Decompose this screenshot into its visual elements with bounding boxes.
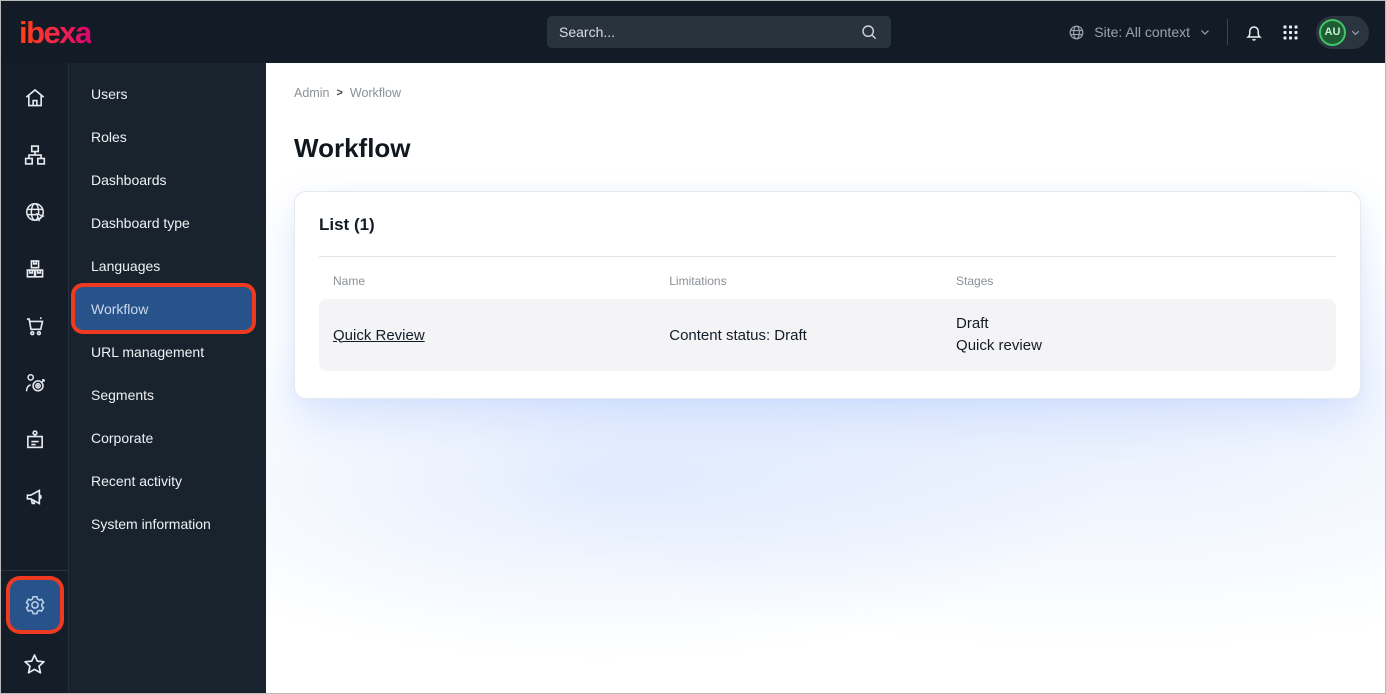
breadcrumb-separator: > <box>336 87 343 99</box>
table-header-row: Name Limitations Stages <box>319 257 1336 299</box>
badge-icon[interactable] <box>1 411 68 468</box>
sidebar-item-recent-activity[interactable]: Recent activity <box>75 459 252 502</box>
avatar: AU <box>1319 18 1346 46</box>
sidebar-item-dashboards[interactable]: Dashboards <box>75 158 252 201</box>
admin-gear-icon[interactable] <box>9 580 60 630</box>
workflow-list-card: List (1) Name Limitations Stages Quick R… <box>294 191 1361 399</box>
page-title: Workflow <box>294 133 411 163</box>
sidebar-item-dashboard-type[interactable]: Dashboard type <box>75 201 252 244</box>
ibexa-logo[interactable]: ibexa <box>19 17 92 48</box>
sidebar-item-workflow[interactable]: Workflow <box>75 287 252 330</box>
workflow-link[interactable]: Quick Review <box>333 327 425 344</box>
sidebar-item-url-management[interactable]: URL management <box>75 330 252 373</box>
main-content: Admin > Workflow Workflow List (1) Name … <box>266 63 1385 693</box>
app-window: ibexa Site: All context <box>0 0 1386 694</box>
search-input[interactable] <box>559 24 859 40</box>
boxes-icon[interactable] <box>1 240 68 297</box>
stages-cell: Draft Quick review <box>956 313 1322 357</box>
megaphone-icon[interactable] <box>1 468 68 525</box>
breadcrumb-admin[interactable]: Admin <box>294 86 329 100</box>
site-context-selector[interactable]: Site: All context <box>1067 23 1212 42</box>
stage-item: Draft <box>956 315 989 332</box>
icon-rail <box>1 63 68 693</box>
admin-sidebar: Users Roles Dashboards Dashboard type La… <box>68 63 266 693</box>
favorites-star-icon[interactable] <box>1 635 68 693</box>
user-menu[interactable]: AU <box>1316 15 1369 49</box>
globe-icon <box>1067 23 1086 42</box>
top-bar: ibexa Site: All context <box>1 1 1385 63</box>
sidebar-item-users[interactable]: Users <box>75 72 252 115</box>
sidebar-item-system-information[interactable]: System information <box>75 502 252 545</box>
column-header-stages: Stages <box>956 274 994 288</box>
list-heading: List (1) <box>319 215 375 234</box>
rail-divider <box>1 570 68 571</box>
column-header-name: Name <box>333 274 366 288</box>
topbar-divider <box>1227 19 1228 45</box>
chevron-down-icon <box>1201 30 1209 35</box>
cart-icon[interactable] <box>1 297 68 354</box>
stage-item: Quick review <box>956 337 1042 354</box>
sidebar-item-segments[interactable]: Segments <box>75 373 252 416</box>
sidebar-item-languages[interactable]: Languages <box>75 244 252 287</box>
app-switcher-grid-icon[interactable] <box>1280 22 1301 43</box>
limitations-cell: Content status: Draft <box>669 326 807 344</box>
column-header-limitations: Limitations <box>669 274 727 288</box>
sitemap-icon[interactable] <box>1 126 68 183</box>
breadcrumb: Admin > Workflow <box>294 86 1361 100</box>
home-icon[interactable] <box>1 69 68 126</box>
globe-cursor-icon[interactable] <box>1 183 68 240</box>
site-context-label: Site: All context <box>1094 24 1190 40</box>
chevron-down-icon <box>1351 30 1360 35</box>
breadcrumb-current: Workflow <box>349 86 402 100</box>
sidebar-item-roles[interactable]: Roles <box>75 115 252 158</box>
sidebar-item-corporate[interactable]: Corporate <box>75 416 252 459</box>
table-row: Quick Review Content status: Draft Draft… <box>319 299 1336 371</box>
search-icon[interactable] <box>859 22 879 42</box>
notifications-bell-icon[interactable] <box>1243 21 1265 43</box>
target-user-icon[interactable] <box>1 354 68 411</box>
global-search[interactable] <box>547 16 891 48</box>
topbar-right-cluster: Site: All context AU <box>1067 1 1369 63</box>
workflow-name-cell: Quick Review <box>333 327 669 344</box>
rail-bottom-group <box>1 570 68 693</box>
